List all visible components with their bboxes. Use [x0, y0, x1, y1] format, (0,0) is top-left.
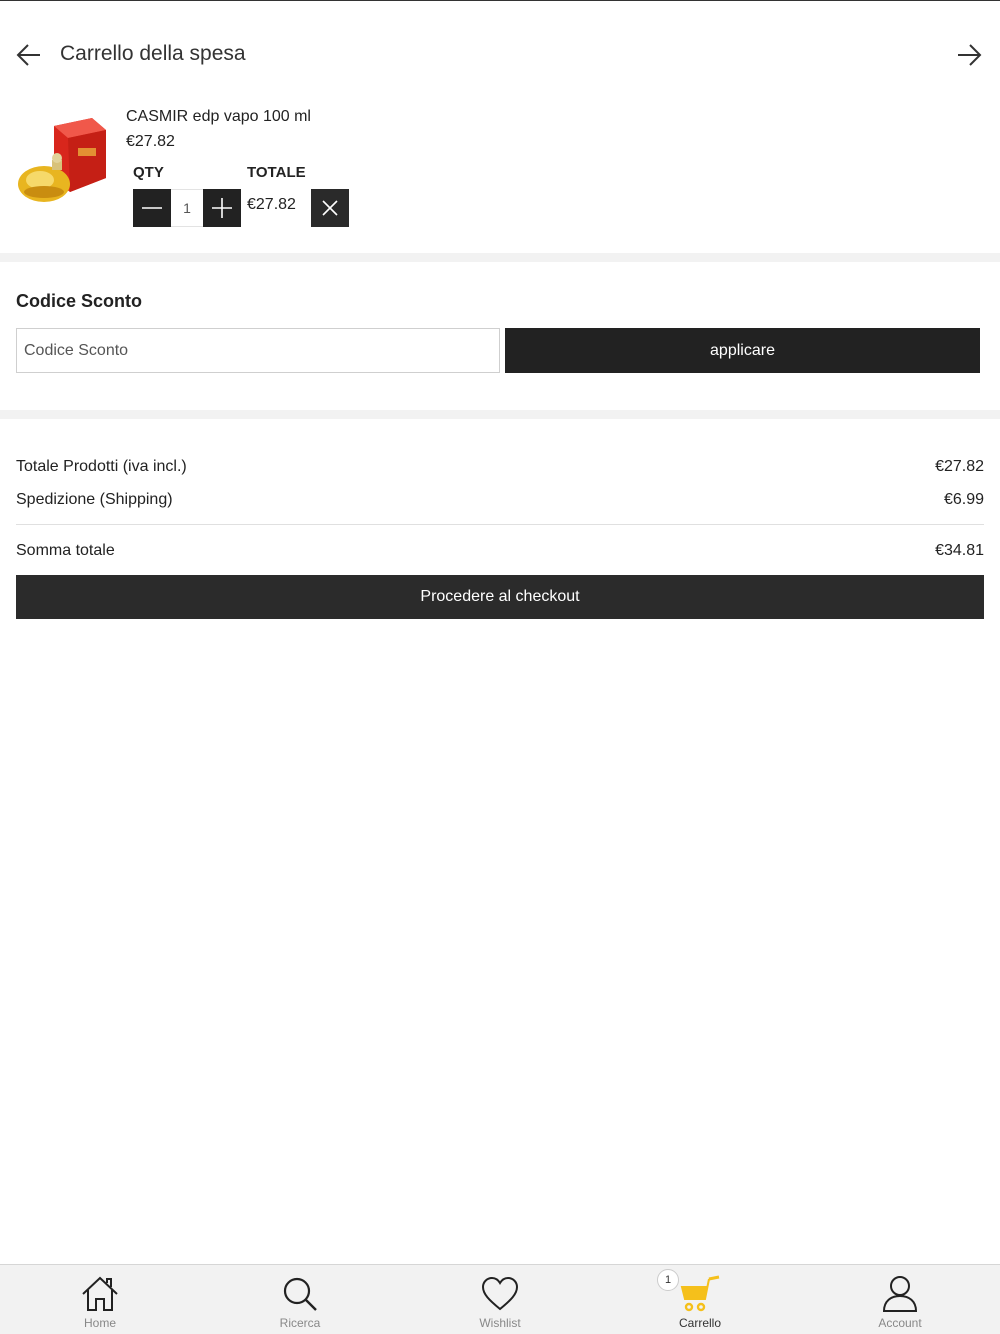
cart-count-badge: 1 [657, 1269, 679, 1291]
arrow-left-icon [16, 44, 40, 66]
products-total-row: Totale Prodotti (iva incl.) €27.82 [16, 458, 984, 476]
heart-icon [479, 1273, 521, 1315]
nav-cart[interactable]: 1 Carrello [600, 1265, 800, 1334]
minus-icon [142, 207, 162, 209]
back-button[interactable] [14, 40, 44, 70]
grand-total-row: Somma totale €34.81 [16, 542, 984, 560]
nav-label: Carrello [678, 1316, 721, 1330]
nav-home[interactable]: Home [0, 1265, 200, 1334]
line-total: €27.82 [247, 196, 296, 213]
products-total-value: €27.82 [935, 458, 984, 475]
cart-icon: 1 [657, 1269, 721, 1315]
perfume-thumbnail-icon [18, 118, 106, 202]
qty-label: QTY [133, 164, 164, 181]
nav-label: Account [878, 1316, 922, 1330]
arrow-right-icon [958, 44, 982, 66]
remove-item-button[interactable] [311, 189, 349, 227]
shipping-label: Spedizione (Shipping) [16, 491, 173, 508]
coupon-input[interactable] [16, 328, 500, 373]
total-label: TOTALE [247, 164, 306, 181]
user-icon [879, 1273, 921, 1315]
nav-account[interactable]: Account [800, 1265, 1000, 1334]
home-icon [79, 1273, 121, 1315]
checkout-button[interactable]: Procedere al checkout [16, 575, 984, 619]
grand-total-value: €34.81 [935, 542, 984, 559]
nav-search[interactable]: Ricerca [200, 1265, 400, 1334]
divider [0, 410, 1000, 419]
cart-item: CASMIR edp vapo 100 ml €27.82 QTY TOTALE… [0, 100, 1000, 250]
nav-label: Home [83, 1316, 116, 1330]
nav-label: Ricerca [279, 1316, 321, 1330]
product-image[interactable] [14, 112, 110, 208]
forward-button[interactable] [954, 40, 984, 70]
product-price: €27.82 [126, 133, 175, 150]
page-title: Carrello della spesa [60, 42, 246, 65]
quantity-stepper [133, 189, 241, 227]
top-border [0, 0, 1000, 1]
product-name[interactable]: CASMIR edp vapo 100 ml [126, 108, 311, 126]
close-icon [322, 200, 338, 216]
plus-icon [212, 198, 232, 218]
bottom-nav: Home Ricerca Wishlist 1 Carrello Account [0, 1264, 1000, 1334]
apply-coupon-button[interactable]: applicare [505, 328, 980, 373]
divider [0, 253, 1000, 262]
shipping-value: €6.99 [943, 491, 984, 508]
products-total-label: Totale Prodotti (iva incl.) [16, 458, 187, 475]
search-icon [279, 1273, 321, 1315]
quantity-input[interactable] [171, 189, 203, 227]
coupon-title: Codice Sconto [16, 291, 143, 311]
decrease-qty-button[interactable] [133, 189, 171, 227]
nav-wishlist[interactable]: Wishlist [400, 1265, 600, 1334]
header: Carrello della spesa [0, 30, 1000, 82]
increase-qty-button[interactable] [203, 189, 241, 227]
grand-total-label: Somma totale [16, 542, 115, 559]
divider [16, 524, 984, 525]
shipping-row: Spedizione (Shipping) €6.99 [16, 491, 984, 509]
nav-label: Wishlist [479, 1316, 521, 1330]
